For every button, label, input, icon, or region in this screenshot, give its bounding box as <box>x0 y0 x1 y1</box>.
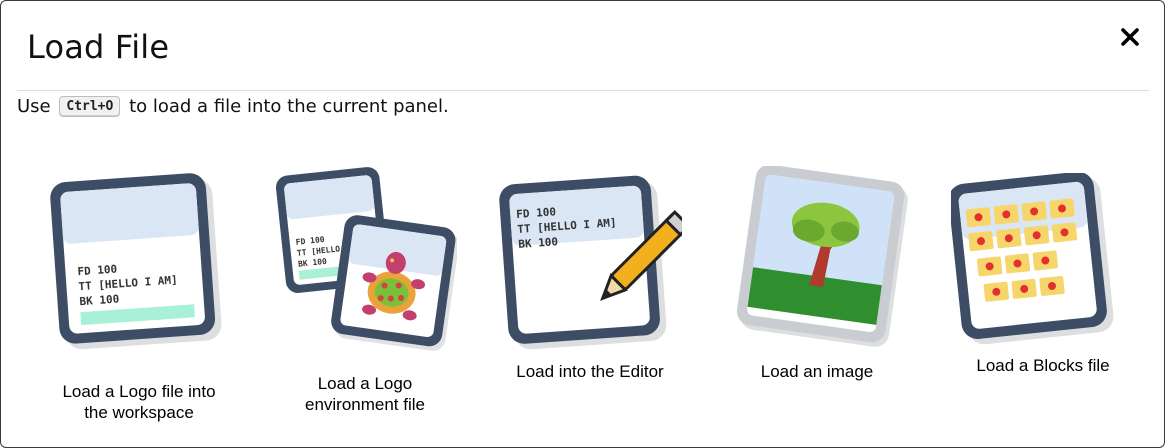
editor-file-icon: FD 100 TT [HELLO I AM] BK 100 <box>499 175 682 350</box>
load-logo-file-option[interactable]: FD 100 TT [HELLO I AM] BK 100 Load a Log… <box>47 171 231 422</box>
logo-file-icon: FD 100 TT [HELLO I AM] BK 100 <box>50 173 222 350</box>
code-line-3: BK 100 <box>79 292 120 308</box>
code-line-1: FD 100 <box>77 263 118 279</box>
option-label-line1: Load into the Editor <box>516 362 664 381</box>
dialog-title: Load File <box>27 28 170 66</box>
load-options: FD 100 TT [HELLO I AM] BK 100 Load a Log… <box>1 151 1164 422</box>
editor-code-line-3: BK 100 <box>518 235 559 251</box>
keyboard-shortcut: Ctrl+O <box>59 96 121 117</box>
load-file-dialog: Load File Use Ctrl+O to load a file into… <box>0 0 1165 448</box>
dialog-header: Load File <box>1 1 1164 91</box>
load-environment-file-option[interactable]: FD 100 TT [HELLO I BK 100 Load a Logo en… <box>273 163 457 414</box>
option-label-line2: environment file <box>304 395 425 414</box>
option-label: Load an image <box>725 361 909 382</box>
option-label-line1: Load a Logo <box>317 374 413 393</box>
option-label-line1: Load a Blocks file <box>976 356 1110 375</box>
header-divider <box>17 90 1149 91</box>
option-label: Load a Logo file into the workspace <box>47 381 231 423</box>
option-label-line1: Load an image <box>760 362 874 381</box>
image-file-icon <box>736 166 908 347</box>
load-blocks-file-option[interactable]: Load a Blocks file <box>951 173 1135 411</box>
option-label: Load into the Editor <box>498 361 682 382</box>
shortcut-hint: Use Ctrl+O to load a file into the curre… <box>17 96 449 117</box>
option-label-line1: Load a Logo file into <box>62 382 216 401</box>
close-icon[interactable] <box>1118 25 1142 49</box>
option-label: Load a Blocks file <box>951 355 1135 376</box>
hint-suffix: to load a file into the current panel. <box>129 96 449 117</box>
load-image-option[interactable]: Load an image <box>725 166 909 411</box>
environment-file-icon: FD 100 TT [HELLO I BK 100 <box>275 167 457 351</box>
option-label: Load a Logo environment file <box>273 373 457 415</box>
blocks-file-icon <box>951 173 1114 345</box>
hint-prefix: Use <box>17 96 51 117</box>
option-label-line2: the workspace <box>84 403 194 422</box>
load-into-editor-option[interactable]: FD 100 TT [HELLO I AM] BK 100 Load into … <box>498 173 682 411</box>
editor-code-line-1: FD 100 <box>516 205 557 221</box>
